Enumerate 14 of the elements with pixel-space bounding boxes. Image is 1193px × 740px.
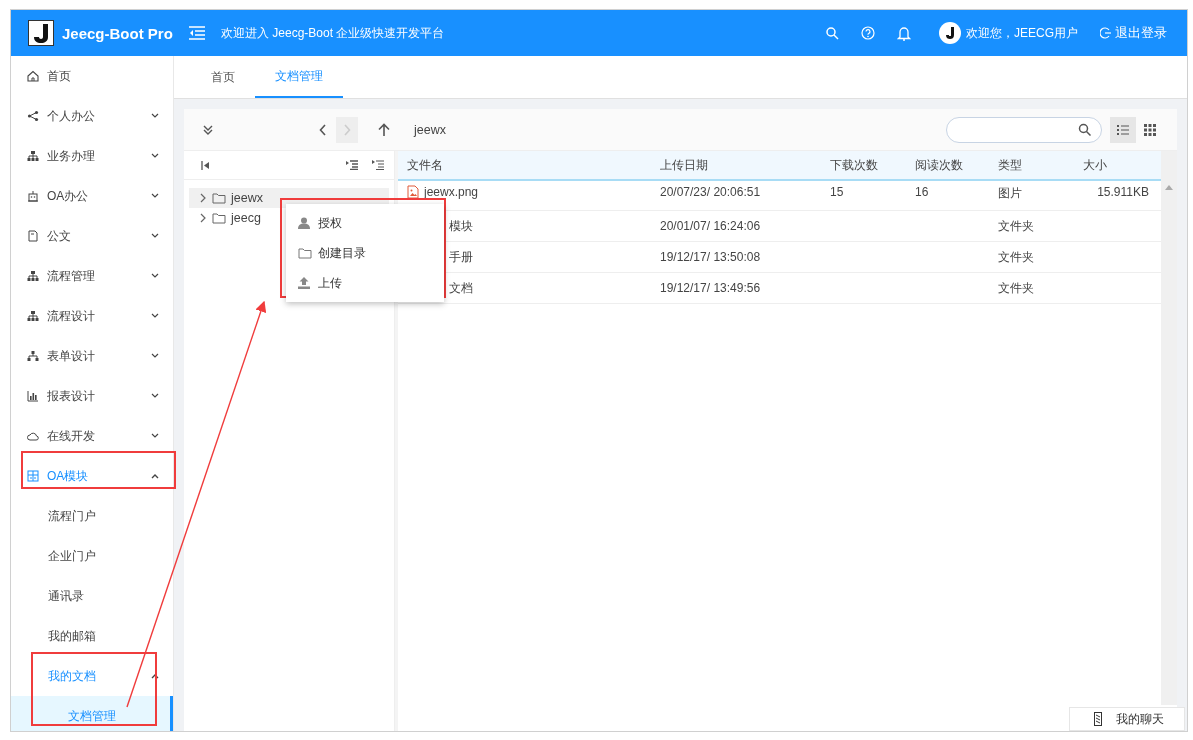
- table-cell-text: 16: [914, 185, 930, 199]
- table-cell-text: 文件夹: [997, 248, 1035, 266]
- table-cell-text: 20/01/07/ 16:24:06: [659, 218, 762, 235]
- welcome-text: 欢迎进入 Jeecg-Boot 企业级快速开发平台: [221, 24, 445, 42]
- table-cell-text: 文件夹: [997, 279, 1035, 297]
- table-cell-text: 19/12/17/ 13:50:08: [659, 249, 762, 266]
- table-cell-text: 文件夹: [997, 217, 1035, 235]
- table-cell-text: 20/07/23/ 20:06:51: [659, 185, 762, 199]
- path-label: jeewx: [414, 122, 446, 137]
- table-cell-text: 19/12/17/ 13:49:56: [659, 280, 762, 297]
- table-cell-text: 15.911KB: [1096, 185, 1150, 199]
- table-cell-text: 图片: [997, 185, 1023, 202]
- app-title: Jeecg-Boot Pro: [62, 24, 173, 42]
- table-cell-text: 15: [829, 185, 845, 199]
